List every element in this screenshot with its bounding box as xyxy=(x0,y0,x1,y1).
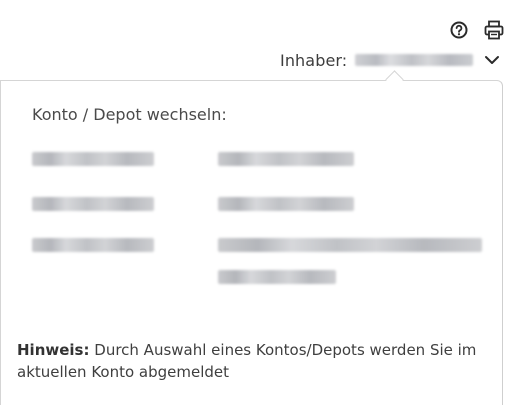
account-number-redacted xyxy=(32,152,154,166)
account-number-redacted xyxy=(32,238,154,252)
account-name-redacted xyxy=(218,152,354,166)
help-icon[interactable] xyxy=(447,18,471,42)
owner-name-redacted xyxy=(355,54,474,66)
chevron-down-icon[interactable] xyxy=(483,51,501,69)
owner-label: Inhaber: xyxy=(280,50,348,70)
logout-hint: Hinweis: Durch Auswahl eines Kontos/Depo… xyxy=(17,339,487,383)
account-number-redacted xyxy=(32,197,154,211)
hint-label: Hinweis: xyxy=(17,341,90,359)
page: Inhaber: Konto / Depot wechseln: Hinweis… xyxy=(0,0,508,405)
owner-selector[interactable]: Inhaber: xyxy=(280,48,501,72)
print-icon[interactable] xyxy=(482,18,506,42)
dropdown-title: Konto / Depot wechseln: xyxy=(32,105,227,124)
account-name-redacted-line2 xyxy=(218,270,336,284)
account-name-redacted xyxy=(218,238,482,252)
account-name-redacted xyxy=(218,197,354,211)
